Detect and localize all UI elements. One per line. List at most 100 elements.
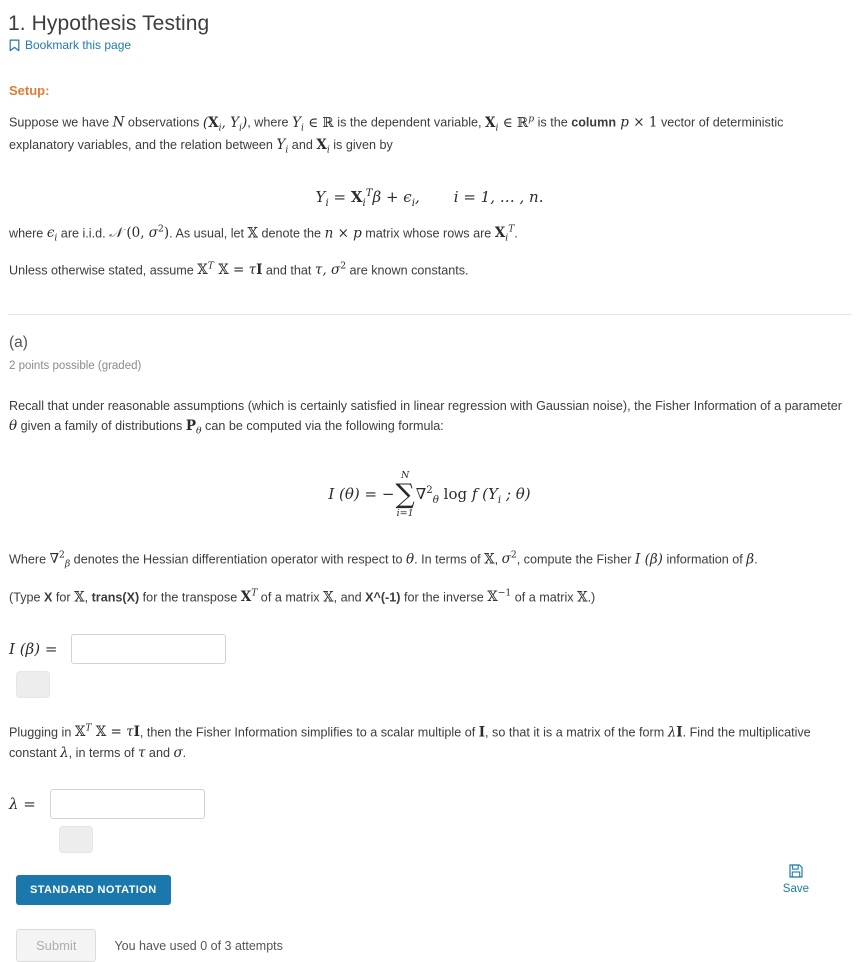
text-fragment: of a matrix — [257, 590, 324, 605]
math-tau-sigma: τ, σ2 — [314, 260, 347, 279]
fisher-information-formula: I (θ) = − N ∑ i=1 ∇2θ log f (Yi ; θ) — [328, 469, 531, 520]
math-Xi: Xi — [316, 137, 330, 156]
math-I-beta: I (β) — [634, 551, 663, 568]
text-fragment: , compute the Fisher — [516, 552, 635, 567]
lambda-answer-preview[interactable] — [59, 826, 93, 854]
text-fragment: information of — [662, 552, 747, 567]
math-hint-X3: 𝕏 — [577, 589, 588, 606]
text-fragment: , in terms of — [68, 745, 138, 760]
setup-paragraph-1: Suppose we have N observations (Xi, Yi),… — [9, 112, 847, 158]
lambda-answer-input[interactable] — [49, 789, 205, 820]
math-N: N — [112, 114, 125, 131]
math-theta-2: θ — [406, 551, 415, 568]
page-title: 1. Hypothesis Testing — [8, 12, 210, 35]
math-lambda: λ — [60, 744, 69, 761]
text-fragment: . In terms of — [414, 552, 485, 567]
points-possible: 2 points possible (graded) — [9, 359, 142, 372]
math-X-in-Rp: Xi ∈ ℝp — [485, 113, 535, 134]
text-fragment: can be computed via the following formul… — [201, 419, 444, 434]
setup-paragraph-2: where ϵi are i.i.d. 𝒩 (0, σ2). As usual,… — [9, 223, 847, 246]
text-fragment: Unless otherwise stated, assume — [9, 263, 198, 278]
math-theta: θ — [9, 418, 18, 435]
text-fragment: , where — [247, 115, 293, 130]
math-Y-in-R: Yi ∈ ℝ — [292, 114, 334, 134]
text-fragment: Where — [9, 552, 50, 567]
math-Yi: Yi — [276, 137, 289, 156]
hessian-explanation: Where ∇2β denotes the Hessian differenti… — [9, 549, 847, 572]
floppy-disk-save-icon — [789, 864, 803, 881]
text-fragment: are i.i.d. — [57, 226, 110, 241]
bookmark-icon — [9, 39, 20, 52]
answer-row-lambda: λ = — [9, 789, 851, 820]
math-hint-X2: 𝕏 — [323, 589, 334, 606]
math-hint-inverse: 𝕏−1 — [487, 587, 512, 606]
text-fragment: . — [514, 226, 518, 241]
math-p-times-1: p × 1 — [616, 114, 658, 131]
text-fragment: is the dependent variable, — [333, 115, 485, 130]
save-button[interactable]: Save — [783, 864, 809, 895]
bookmark-this-page-link[interactable]: Bookmark this page — [9, 38, 851, 52]
math-lambda-I: λI — [667, 724, 683, 741]
text-fragment: denotes the Hessian differentiation oper… — [70, 552, 406, 567]
sum-lower-limit: i=1 — [396, 508, 414, 520]
math-hint-X1: 𝕏 — [74, 589, 85, 606]
math-hessian-operator: ∇2β — [49, 549, 71, 570]
math-n-times-p: n × p — [324, 225, 362, 242]
text-fragment: of a matrix — [511, 590, 578, 605]
text-fragment: are known constants. — [346, 263, 469, 278]
text-fragment: Recall that under reasonable assumptions… — [9, 398, 842, 413]
text-fragment: is given by — [329, 138, 393, 153]
text-fragment: (Type — [9, 590, 44, 605]
text-fragment: . — [182, 745, 187, 760]
math-Xi-transpose: XiT — [494, 223, 515, 244]
summation-symbol: N ∑ i=1 — [395, 469, 415, 520]
bold-column: column — [571, 115, 617, 130]
fisher-answer-preview[interactable] — [16, 670, 50, 698]
answer-row-fisher: I (β) = — [9, 633, 851, 664]
math-sigma-squared: σ2 — [501, 549, 517, 568]
save-label: Save — [782, 883, 809, 895]
math-gram-2: 𝕏T 𝕏 = τI — [74, 722, 140, 741]
text-fragment: where — [9, 226, 47, 241]
answer-label-lambda: λ = — [9, 795, 36, 814]
math-gram-matrix: 𝕏T 𝕏 = τI — [197, 260, 263, 279]
submit-button[interactable]: Submit — [16, 929, 97, 962]
math-P-theta: Pθ — [185, 418, 202, 437]
hint-bold-transX: trans(X) — [91, 590, 140, 605]
text-fragment: for — [52, 590, 75, 605]
text-fragment: matrix whose rows are — [361, 226, 495, 241]
attempts-text: You have used 0 of 3 attempts — [114, 938, 283, 953]
answer-label-I-beta: I (β) = — [9, 639, 58, 658]
math-hint-transpose: XT — [240, 587, 258, 606]
math-beta: β — [746, 551, 755, 568]
setup-paragraph-3: Unless otherwise stated, assume 𝕏T 𝕏 = τ… — [9, 260, 847, 281]
text-fragment: observations — [124, 115, 203, 130]
math-epsilon-i: ϵi — [46, 225, 58, 244]
text-fragment: . As usual, let — [169, 226, 248, 241]
text-fragment: , and — [333, 590, 366, 605]
fisher-information-prompt: Recall that under reasonable assumptions… — [9, 397, 847, 439]
setup-heading: Setup: — [9, 83, 50, 98]
math-sigma: σ — [173, 744, 183, 761]
math-observation-pair: (Xi, Yi) — [202, 114, 248, 134]
text-fragment: . — [754, 552, 758, 567]
standard-notation-button[interactable]: STANDARD NOTATION — [16, 875, 171, 906]
model-equation: Yi = XiTβ + ϵi, i = 1, … , n. — [315, 187, 544, 209]
section-divider — [8, 313, 851, 315]
text-fragment: , — [494, 552, 502, 567]
part-label-a: (a) — [9, 333, 28, 351]
text-fragment: , so that it is a matrix of the form — [485, 725, 668, 740]
text-fragment: Suppose we have — [9, 115, 113, 130]
text-fragment: is the — [534, 115, 572, 130]
text-fragment: and — [145, 745, 174, 760]
fisher-answer-input[interactable] — [71, 633, 227, 664]
text-fragment: for the inverse — [400, 590, 488, 605]
math-blackboard-X-2: 𝕏 — [484, 551, 495, 568]
text-fragment: for the transpose — [139, 590, 241, 605]
text-fragment: , then the Fisher Information simplifies… — [139, 725, 479, 740]
math-blackboard-X: 𝕏 — [247, 225, 259, 242]
typing-hint: (Type X for 𝕏, trans(X) for the transpos… — [9, 587, 847, 608]
hint-bold-inverse: X^(-1) — [365, 590, 401, 605]
bookmark-label: Bookmark this page — [25, 38, 132, 52]
text-fragment: Plugging in — [9, 725, 75, 740]
